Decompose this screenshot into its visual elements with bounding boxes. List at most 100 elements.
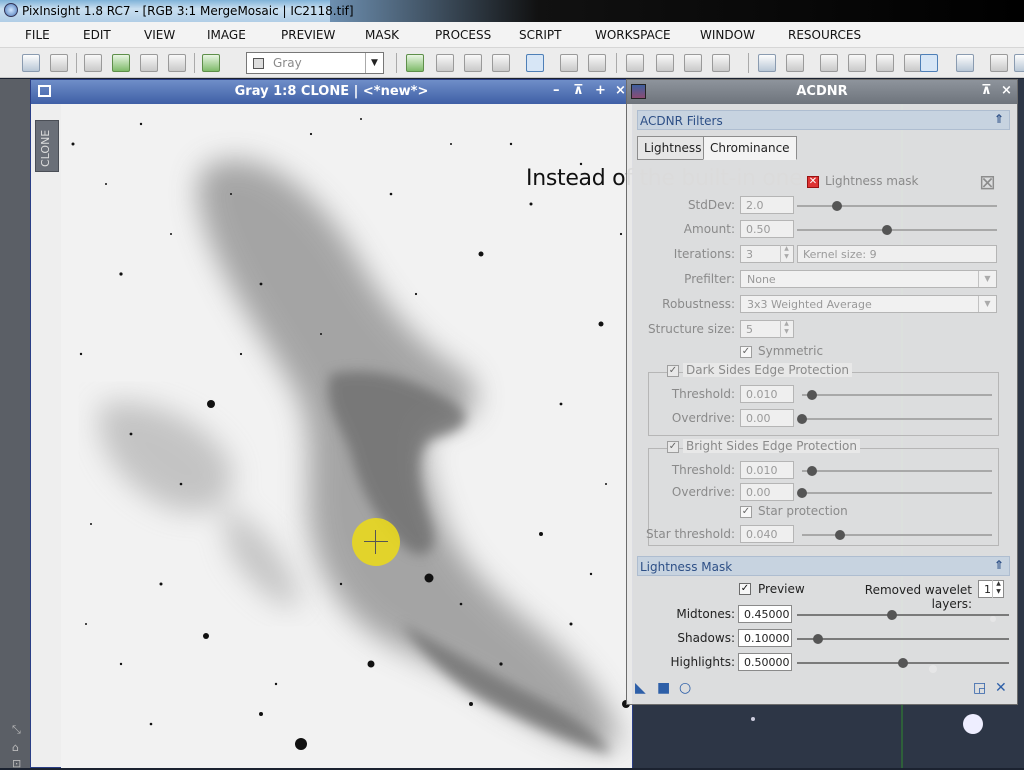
stf-icon[interactable] [820, 54, 838, 72]
new-preview-icon[interactable] [202, 54, 220, 72]
slider-knob[interactable] [898, 658, 908, 668]
tab-chrominance[interactable]: Chrominance [703, 136, 797, 160]
bright-threshold-field[interactable]: 0.010 [740, 461, 794, 479]
iconize-icon[interactable]: ⊡ [12, 757, 21, 770]
resize-icon[interactable]: ⤡ [12, 723, 21, 737]
shade-icon[interactable]: ⊼ [573, 83, 584, 98]
close-icon[interactable]: × [615, 83, 626, 98]
menu-mask[interactable]: MASK [365, 28, 399, 42]
robustness-select[interactable]: 3x3 Weighted Average ▼ [740, 295, 997, 313]
grid-icon[interactable] [786, 54, 804, 72]
apply-global-icon[interactable]: ■ [657, 680, 670, 696]
menu-view[interactable]: VIEW [144, 28, 175, 42]
readout-icon[interactable] [588, 54, 606, 72]
preview-checkbox[interactable]: ✓ [739, 583, 751, 595]
image-canvas[interactable] [61, 104, 632, 768]
collapse-icon[interactable]: ⇑ [994, 112, 1004, 126]
prefilter-select[interactable]: None ▼ [740, 270, 997, 288]
menu-window[interactable]: WINDOW [700, 28, 755, 42]
menu-file[interactable]: FILE [25, 28, 50, 42]
acdnr-filters-section[interactable]: ACDNR Filters ⇑ [637, 110, 1010, 130]
process-icon[interactable] [464, 54, 482, 72]
pan-icon[interactable] [560, 54, 578, 72]
mask-enable-icon[interactable] [712, 54, 730, 72]
image-window-icon[interactable] [84, 54, 102, 72]
new-instance-icon[interactable]: ◣ [635, 680, 646, 696]
midtones-slider[interactable] [797, 610, 1009, 620]
edit-icon[interactable] [436, 54, 454, 72]
redo-icon[interactable] [50, 54, 68, 72]
dark-sides-checkbox[interactable]: ✓ [667, 365, 679, 377]
tab-lightness[interactable]: Lightness [637, 136, 709, 160]
clone-side-tab[interactable]: CLONE [35, 120, 59, 172]
new-image-icon[interactable] [112, 54, 130, 72]
extract-icon[interactable] [168, 54, 186, 72]
bright-sides-checkbox[interactable]: ✓ [667, 441, 679, 453]
menu-image[interactable]: IMAGE [207, 28, 246, 42]
chevron-down-icon[interactable]: ▼ [978, 296, 996, 312]
dark-overdrive-field[interactable]: 0.00 [740, 409, 794, 427]
star-protection-checkbox[interactable]: ✓ [740, 506, 752, 518]
view-selector[interactable]: Gray ▼ [246, 52, 384, 74]
slider-knob[interactable] [882, 225, 892, 235]
menu-resources[interactable]: RESOURCES [788, 28, 861, 42]
menu-workspace[interactable]: WORKSPACE [595, 28, 671, 42]
bright-overdrive-slider[interactable] [797, 488, 992, 498]
stddev-slider[interactable] [797, 201, 997, 211]
shade-icon[interactable]: ⌂ [12, 741, 19, 754]
collapse-icon[interactable]: ⇑ [994, 558, 1004, 572]
slider-knob[interactable] [797, 414, 807, 424]
monitor-icon[interactable] [920, 54, 938, 72]
chevron-down-icon[interactable]: ▼ [365, 53, 383, 73]
slider-knob[interactable] [806, 466, 817, 476]
close-icon[interactable]: ⊠ [979, 170, 996, 194]
bright-threshold-slider[interactable] [802, 466, 992, 476]
lightness-mask-section[interactable]: Lightness Mask ⇑ [637, 556, 1010, 576]
slider-knob[interactable] [797, 488, 807, 498]
stddev-field[interactable]: 2.0 [740, 196, 794, 214]
star-threshold-slider[interactable] [802, 530, 992, 540]
menu-script[interactable]: SCRIPT [519, 28, 561, 42]
stf-auto-icon[interactable] [848, 54, 866, 72]
structure-size-spinner[interactable]: ▲ ▼ [780, 320, 792, 338]
slider-knob[interactable] [813, 634, 824, 644]
browse-documentation-icon[interactable]: ◲ [973, 680, 986, 696]
mask-icon[interactable] [626, 54, 644, 72]
mask-show-icon[interactable] [656, 54, 674, 72]
menu-preview[interactable]: PREVIEW [281, 28, 335, 42]
menu-process[interactable]: PROCESS [435, 28, 491, 42]
lightness-mask-checkbox[interactable]: ✕ [807, 176, 819, 188]
maximize-icon[interactable]: + [595, 83, 606, 98]
iterations-spinner[interactable]: ▲ ▼ [780, 245, 792, 263]
image-window-title-bar[interactable]: Gray 1:8 CLONE | <*new*> – ⊼ + × [31, 80, 632, 104]
amount-slider[interactable] [797, 225, 997, 235]
symmetric-checkbox[interactable]: ✓ [740, 346, 752, 358]
slider-knob[interactable] [832, 201, 842, 211]
more-icon[interactable] [1014, 54, 1024, 72]
real-time-preview-icon[interactable]: ○ [679, 680, 691, 696]
amount-field[interactable]: 0.50 [740, 220, 794, 238]
shade-icon[interactable]: ⊼ [981, 83, 992, 98]
duplicate-icon[interactable] [140, 54, 158, 72]
format-icon[interactable] [758, 54, 776, 72]
zoom-icon[interactable] [526, 54, 544, 72]
shadows-slider[interactable] [797, 634, 1009, 644]
close-icon[interactable]: × [1001, 83, 1012, 98]
script-icon[interactable] [492, 54, 510, 72]
star-threshold-field[interactable]: 0.040 [740, 525, 794, 543]
shadows-field[interactable]: 0.10000 [738, 629, 792, 647]
bright-overdrive-field[interactable]: 0.00 [740, 483, 794, 501]
acdnr-window[interactable]: ACDNR ⊼ × ACDNR Filters ⇑ Lightness Chro… [626, 79, 1018, 705]
dark-threshold-slider[interactable] [802, 390, 992, 400]
dark-overdrive-slider[interactable] [797, 414, 992, 424]
slider-knob[interactable] [887, 610, 898, 620]
highlights-slider[interactable] [797, 658, 1009, 668]
minimize-icon[interactable]: – [553, 83, 560, 98]
new-instance-icon[interactable] [406, 54, 424, 72]
swap-icon[interactable] [956, 54, 974, 72]
reset-icon[interactable]: ✕ [995, 680, 1007, 696]
slider-knob[interactable] [835, 530, 845, 540]
stf-reset-icon[interactable] [876, 54, 894, 72]
acdnr-title-bar[interactable]: ACDNR ⊼ × [627, 80, 1017, 104]
undo-icon[interactable] [22, 54, 40, 72]
